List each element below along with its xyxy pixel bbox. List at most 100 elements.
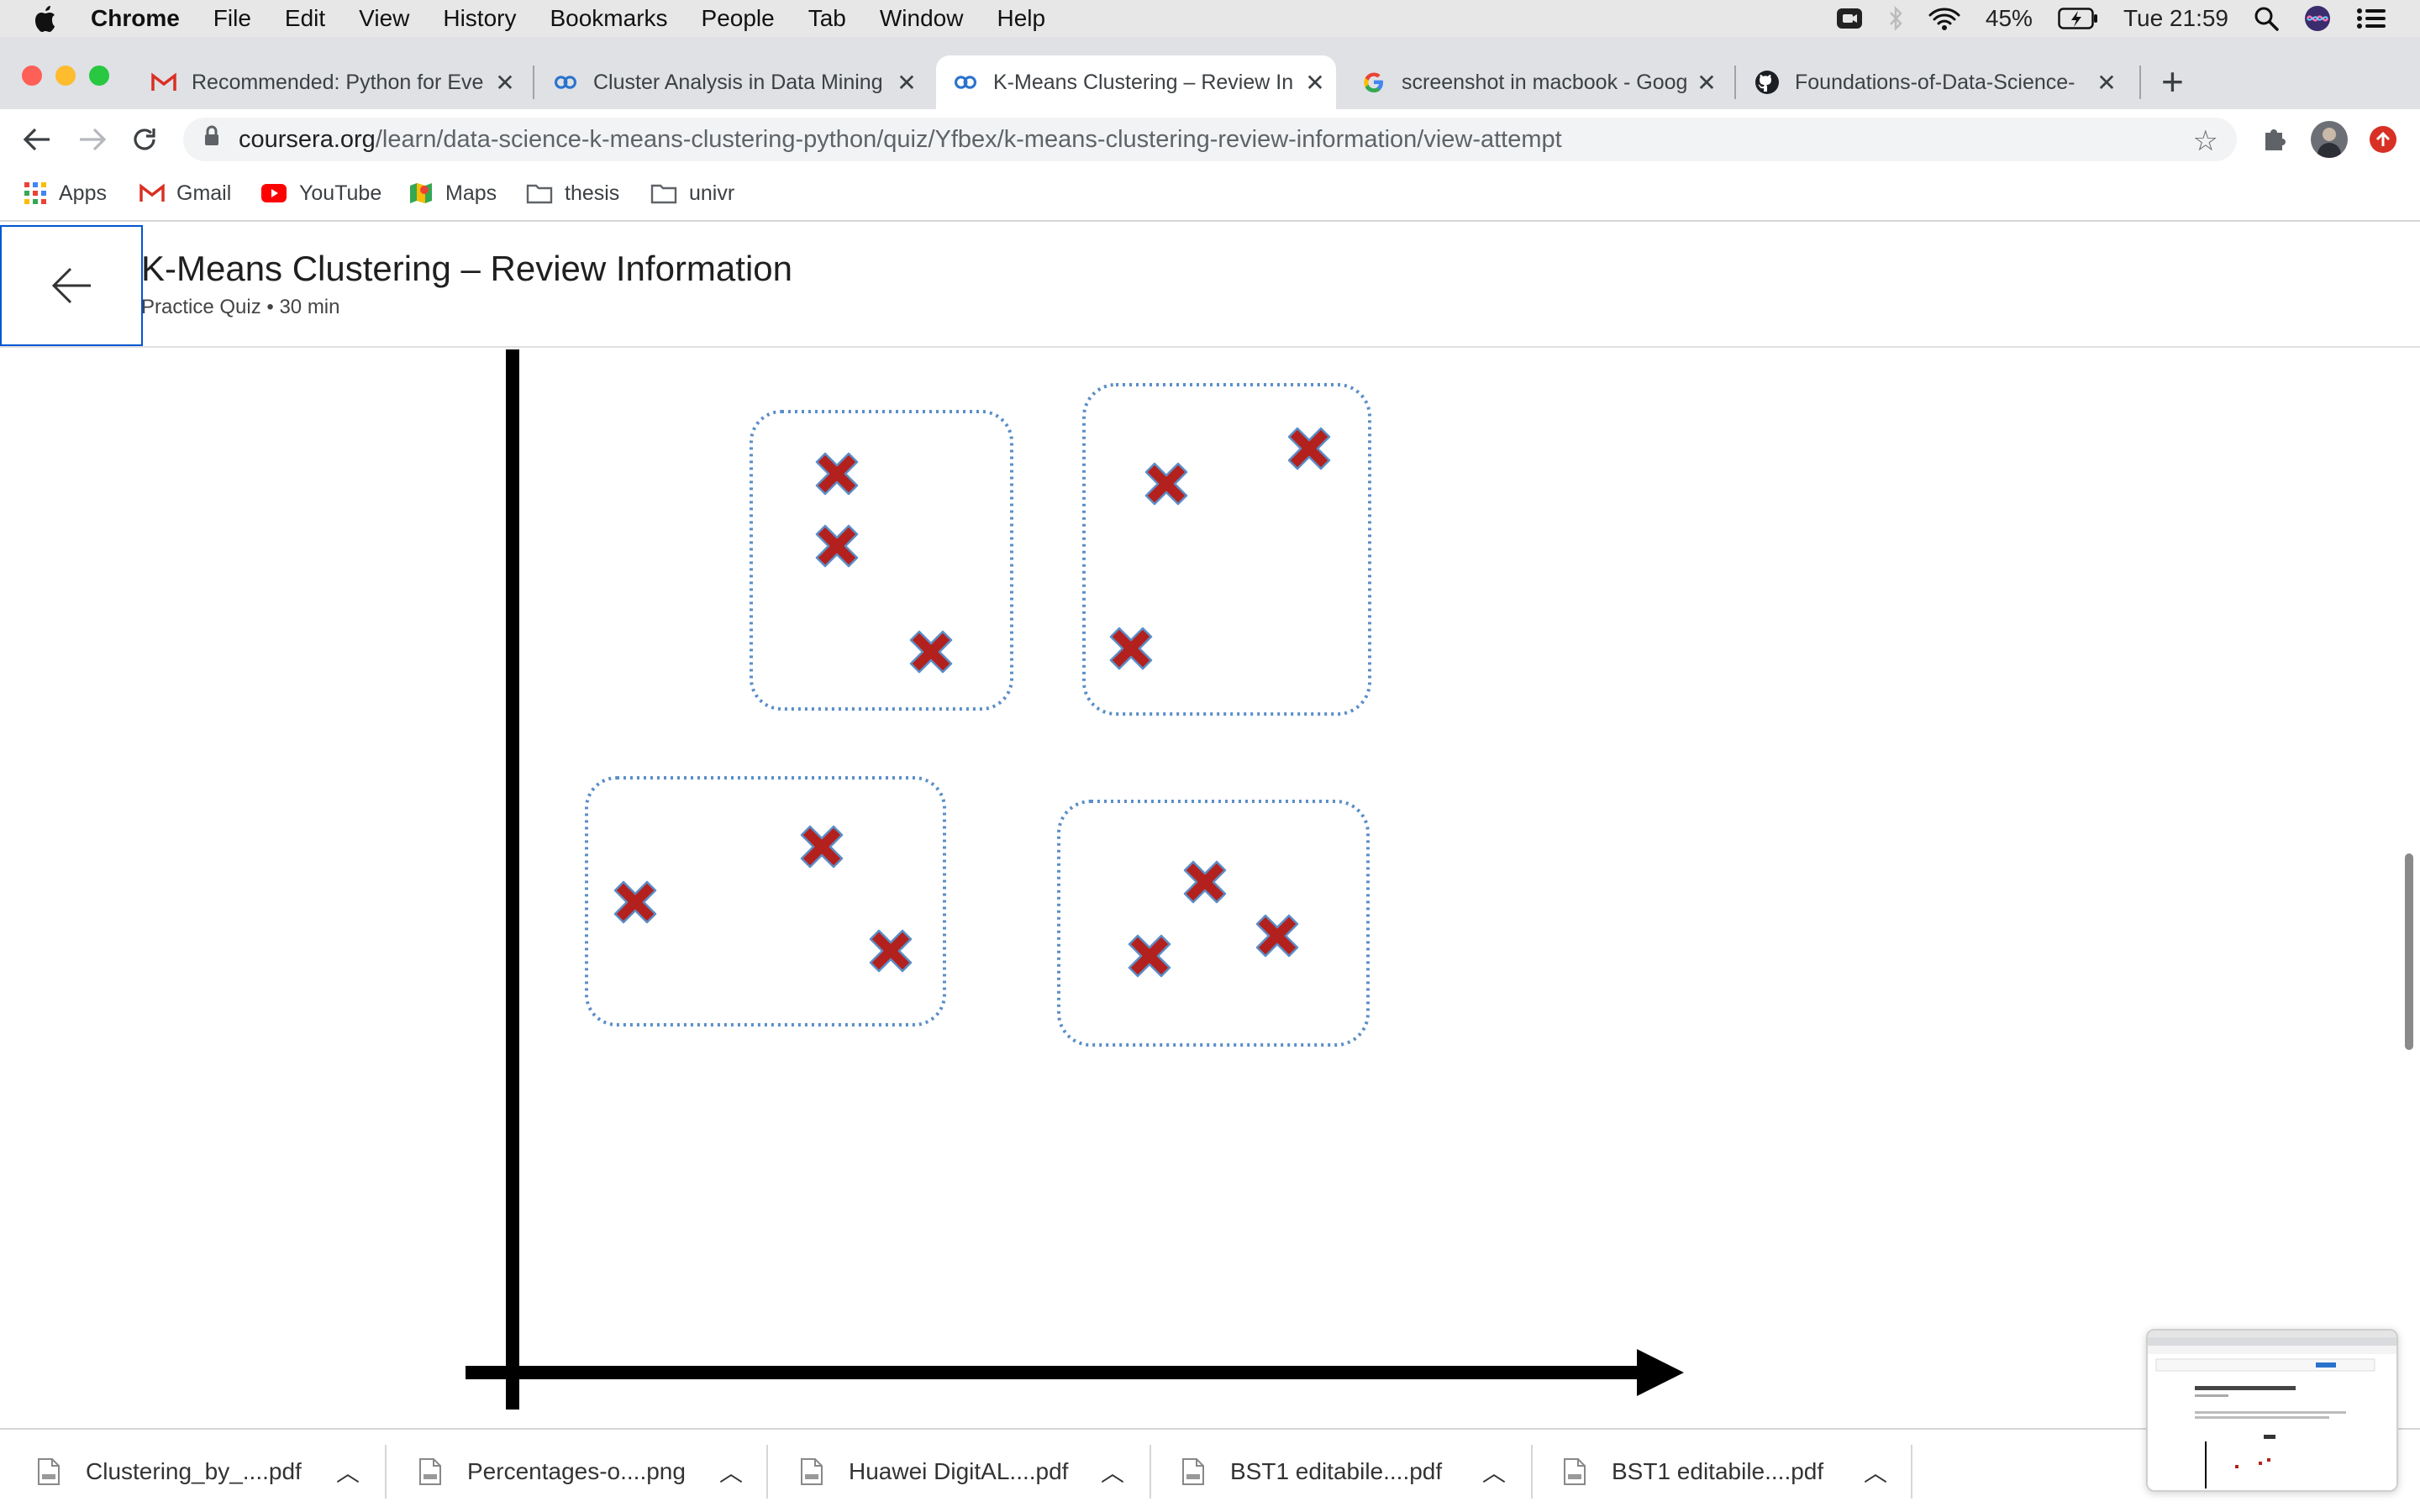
address-bar[interactable]: coursera.org/learn/data-science-k-means-… [183, 118, 2237, 161]
menu-view[interactable]: View [359, 5, 409, 32]
tab-close-icon[interactable]: ✕ [892, 69, 921, 97]
tab-close-icon[interactable]: ✕ [2092, 69, 2121, 97]
control-center-icon[interactable] [2356, 8, 2386, 29]
tab-separator [2139, 66, 2141, 99]
bluetooth-icon[interactable] [1888, 6, 1903, 31]
menu-bookmarks[interactable]: Bookmarks [550, 5, 667, 32]
maps-icon [408, 181, 434, 206]
new-tab-button[interactable]: + [2161, 59, 2184, 104]
lock-icon[interactable] [203, 125, 220, 154]
bookmark-folder-univr[interactable]: univr [650, 178, 734, 208]
download-separator [1531, 1445, 1533, 1499]
x-mark-icon [1183, 860, 1227, 904]
download-item[interactable]: Huawei DigitAL....pdf [800, 1446, 1068, 1497]
menu-tab[interactable]: Tab [808, 5, 846, 32]
x-mark-icon [1128, 934, 1171, 978]
download-item[interactable]: BST1 editabile....pdf [1181, 1446, 1442, 1497]
bookmark-star-icon[interactable]: ☆ [2193, 124, 2218, 158]
coursera-icon [553, 70, 578, 95]
window-zoom-button[interactable] [89, 66, 109, 86]
tab-google-search[interactable]: screenshot in macbook - Goog ✕ [1344, 55, 1728, 109]
apple-icon[interactable] [32, 4, 57, 33]
spotlight-search-icon[interactable] [2254, 6, 2279, 31]
chevron-up-icon[interactable]: ︿ [1101, 1446, 1124, 1497]
bookmark-youtube[interactable]: YouTube [260, 178, 381, 208]
download-separator [766, 1445, 768, 1499]
reload-icon[interactable] [128, 123, 161, 156]
x-mark-icon [869, 929, 913, 973]
page-subtitle: Practice Quiz • 30 min [141, 296, 340, 318]
siri-icon[interactable] [2304, 5, 2331, 32]
download-separator [1911, 1445, 1912, 1499]
menu-edit[interactable]: Edit [285, 5, 325, 32]
extensions-puzzle-icon[interactable] [2260, 124, 2289, 157]
x-mark-icon [613, 880, 657, 924]
chevron-up-icon[interactable]: ︿ [719, 1446, 743, 1497]
macos-menu-bar: Chrome File Edit View History Bookmarks … [0, 0, 2420, 37]
menu-people[interactable]: People [702, 5, 775, 32]
github-icon [1754, 70, 1780, 95]
tab-title: K-Means Clustering – Review In [993, 70, 1294, 94]
battery-percent: 45% [1985, 5, 2033, 31]
x-mark-icon [800, 825, 844, 869]
camera-icon[interactable] [1836, 8, 1863, 29]
window-close-button[interactable] [22, 66, 42, 86]
bookmark-label: Gmail [176, 181, 232, 205]
gmail-icon [139, 183, 165, 203]
tab-close-icon[interactable]: ✕ [1301, 69, 1329, 97]
coursera-icon [953, 70, 978, 95]
battery-icon[interactable] [2058, 8, 2098, 29]
wifi-icon[interactable] [1928, 7, 1960, 30]
downloads-shelf: Clustering_by_....pdf ︿ Percentages-o...… [0, 1428, 2420, 1512]
google-icon [1361, 70, 1386, 95]
apps-grid-icon [24, 181, 47, 205]
update-arrow-icon[interactable] [2370, 126, 2396, 153]
tab-close-icon[interactable]: ✕ [491, 69, 519, 97]
profile-avatar[interactable] [2311, 121, 2348, 158]
bookmark-folder-thesis[interactable]: thesis [526, 178, 619, 208]
x-mark-icon [1144, 462, 1188, 506]
tab-title: Cluster Analysis in Data Mining [593, 70, 883, 94]
tab-github[interactable]: Foundations-of-Data-Science- ✕ [1738, 55, 2128, 109]
menubar-clock[interactable]: Tue 21:59 [2123, 5, 2228, 32]
download-filename: Huawei DigitAL....pdf [849, 1458, 1069, 1484]
x-mark-icon [815, 452, 859, 496]
download-item[interactable]: BST1 editabile....pdf [1563, 1446, 1823, 1497]
page-scrollbar-thumb[interactable] [2405, 853, 2413, 1050]
back-button[interactable] [0, 225, 143, 346]
menu-file[interactable]: File [213, 5, 251, 32]
bookmark-apps[interactable]: Apps [24, 178, 107, 208]
menu-window[interactable]: Window [880, 5, 964, 32]
bookmark-maps[interactable]: Maps [408, 178, 497, 208]
thumbnail-image [2148, 1331, 2396, 1488]
menu-app-name[interactable]: Chrome [91, 5, 180, 32]
avatar-head [2323, 128, 2336, 141]
menu-history[interactable]: History [443, 5, 516, 32]
download-filename: BST1 editabile....pdf [1230, 1458, 1443, 1484]
bookmark-gmail[interactable]: Gmail [139, 178, 231, 208]
tab-gmail[interactable]: Recommended: Python for Eve ✕ [134, 55, 526, 109]
tab-title: Foundations-of-Data-Science- [1795, 70, 2075, 94]
x-mark-icon [1287, 427, 1331, 470]
tab-cluster-analysis[interactable]: Cluster Analysis in Data Mining ✕ [536, 55, 928, 109]
back-nav-icon[interactable] [20, 123, 54, 156]
x-mark-icon [1109, 627, 1153, 670]
download-separator [385, 1445, 387, 1499]
x-mark-icon [1255, 914, 1299, 958]
url-domain: coursera.org [239, 125, 376, 153]
chevron-up-icon[interactable]: ︿ [1864, 1446, 1887, 1497]
url-path: /learn/data-science-k-means-clustering-p… [375, 125, 1562, 153]
forward-nav-icon[interactable] [76, 123, 109, 156]
tab-kmeans-review[interactable]: K-Means Clustering – Review In ✕ [936, 55, 1336, 109]
chevron-up-icon[interactable]: ︿ [336, 1446, 360, 1497]
window-minimize-button[interactable] [55, 66, 76, 86]
download-item[interactable]: Percentages-o....png [418, 1446, 686, 1497]
download-item[interactable]: Clustering_by_....pdf [37, 1446, 302, 1497]
tab-close-icon[interactable]: ✕ [1692, 69, 1721, 97]
tab-separator [533, 66, 534, 99]
screenshot-thumbnail-preview[interactable] [2146, 1329, 2398, 1492]
chevron-up-icon[interactable]: ︿ [1482, 1446, 1506, 1497]
menu-help[interactable]: Help [997, 5, 1045, 32]
pdf-file-icon [1182, 1458, 1204, 1485]
x-mark-icon [909, 630, 953, 674]
